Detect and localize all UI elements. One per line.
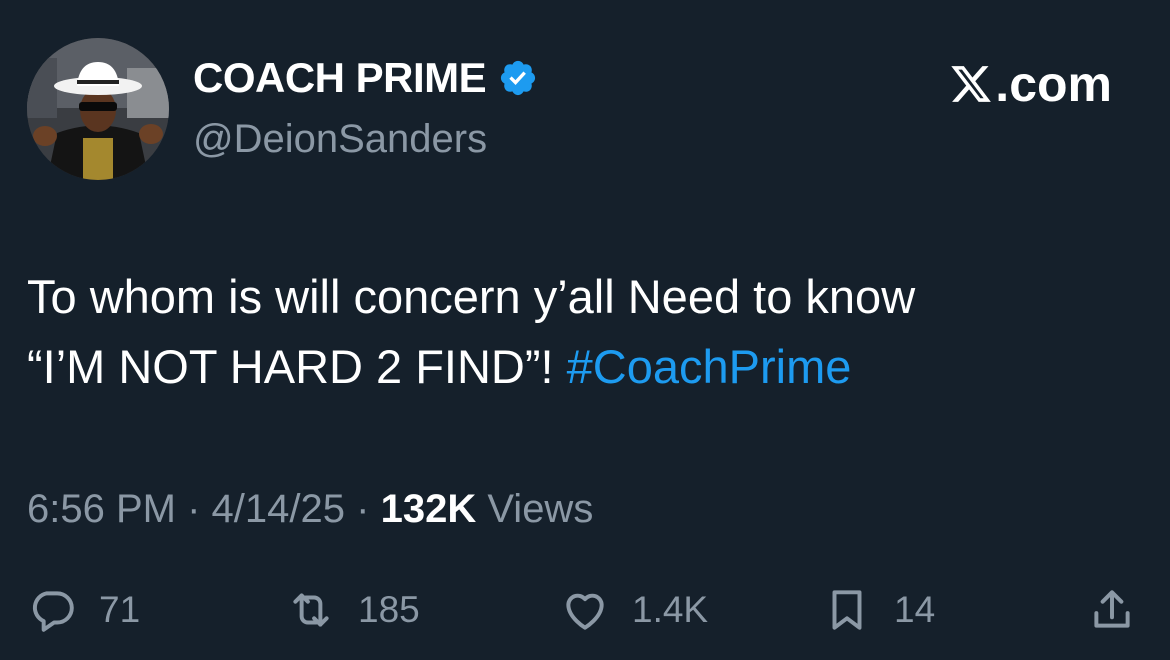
tweet-text-line-1: To whom is will concern y’all Need to kn… [27,270,916,323]
views-count: 132K [380,487,477,531]
repost-button[interactable]: 185 [286,580,420,640]
tweet-text-quote: “I’M NOT HARD 2 FIND”! [27,340,554,393]
tweet-time[interactable]: 6:56 PM [27,487,176,531]
meta-separator: · [356,487,370,531]
avatar[interactable] [27,38,169,180]
x-logo-icon [951,66,992,102]
bookmark-count: 14 [894,589,936,630]
display-name[interactable]: COACH PRIME [193,54,487,102]
user-handle[interactable]: @DeionSanders [193,114,487,164]
meta-separator: · [187,487,201,531]
tweet-meta: 6:56 PM · 4/14/25 · 132K Views [27,484,593,534]
hashtag-link[interactable]: #CoachPrime [567,340,852,393]
brand-watermark: .com [949,58,1112,110]
bookmark-icon [832,590,862,630]
reply-icon [32,591,74,632]
repost-count: 185 [358,589,420,630]
like-button[interactable]: 1.4K [560,580,708,640]
avatar-image [27,38,169,180]
tweet-date[interactable]: 4/14/25 [212,487,345,531]
share-icon [1094,590,1130,628]
repost-icon [293,593,329,627]
views-label: Views [487,487,594,531]
user-name-row[interactable]: COACH PRIME [193,54,538,102]
verified-badge-icon [501,60,536,96]
reply-button[interactable]: 71 [27,580,140,640]
heart-icon [566,593,604,630]
bookmark-button[interactable]: 14 [822,580,935,640]
tweet-text: To whom is will concern y’all Need to kn… [27,262,1147,402]
brand-label: .com [995,56,1112,112]
tweet-text-line-2: “I’M NOT HARD 2 FIND”! #CoachPrime [27,332,1147,402]
reply-count: 71 [99,589,141,630]
like-count: 1.4K [632,589,709,630]
action-bar: 71 185 1.4K 14 [0,580,1170,640]
share-button[interactable] [1087,580,1137,640]
